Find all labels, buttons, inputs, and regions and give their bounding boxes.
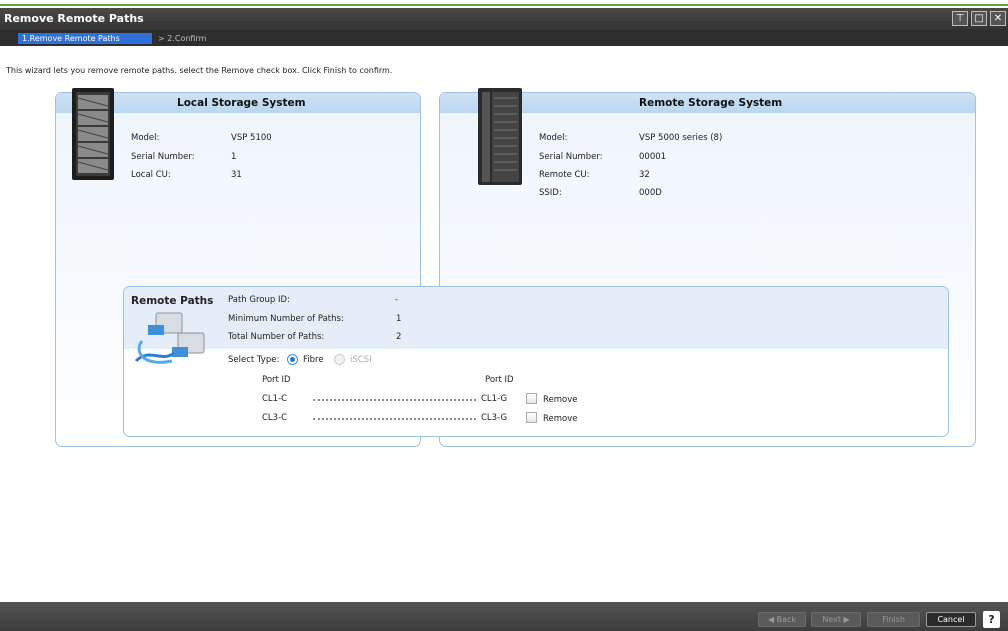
step-remove-remote-paths: 1.Remove Remote Paths	[18, 33, 152, 44]
server-rack-icon	[72, 88, 114, 180]
select-type-label: Select Type:	[228, 355, 280, 365]
window-controls: ⊤ □ ✕	[952, 11, 1006, 26]
next-button[interactable]: Next ▶	[811, 612, 861, 627]
remove-label: Remove	[543, 395, 578, 405]
remote-cu-value: 32	[639, 170, 650, 180]
path-group-id-value: -	[395, 295, 399, 305]
local-cu-label: Local CU:	[131, 170, 171, 180]
remove-checkbox[interactable]	[526, 393, 537, 404]
path-connector-line	[313, 399, 476, 401]
local-model-value: VSP 5100	[231, 133, 272, 143]
remote-cu-label: Remote CU:	[539, 170, 590, 180]
remote-serial-label: Serial Number:	[539, 152, 603, 162]
local-port-cell: CL3-C	[262, 413, 288, 423]
window-title: Remove Remote Paths	[4, 12, 144, 25]
remote-port-cell: CL3-G	[481, 413, 508, 423]
remote-ssid-label: SSID:	[539, 188, 562, 198]
path-group-id-label: Path Group ID:	[228, 295, 290, 305]
window-titlebar: Remove Remote Paths ⊤ □ ✕	[0, 8, 1008, 30]
finish-button[interactable]: Finish	[867, 612, 920, 627]
local-cu-value: 31	[231, 170, 242, 180]
connected-paths-icon	[134, 312, 205, 364]
local-port-header: Port ID	[262, 375, 291, 385]
remote-port-cell: CL1-G	[481, 394, 508, 404]
remote-model-value: VSP 5000 series (8)	[639, 133, 723, 143]
local-port-cell: CL1-C	[262, 394, 288, 404]
top-accent-line	[0, 0, 1008, 6]
wizard-footer: ◀ Back Next ▶ Finish Cancel ?	[0, 602, 1008, 631]
total-paths-label: Total Number of Paths:	[228, 332, 325, 342]
storage-cabinet-icon	[478, 88, 522, 185]
remove-label: Remove	[543, 414, 578, 424]
cancel-button[interactable]: Cancel	[926, 612, 976, 627]
remote-port-header: Port ID	[485, 375, 514, 385]
back-button[interactable]: ◀ Back	[758, 612, 806, 627]
local-panel-title: Local Storage System	[177, 97, 306, 109]
path-connector-line	[313, 418, 476, 420]
remote-panel-title: Remote Storage System	[639, 97, 783, 109]
remote-paths-panel: Remote Paths Path Group ID: - Minimum Nu…	[123, 286, 949, 437]
step-confirm: > 2.Confirm	[158, 34, 207, 43]
remote-ssid-value: 000D	[639, 188, 662, 198]
remote-serial-value: 00001	[639, 152, 667, 162]
local-serial-label: Serial Number:	[131, 152, 195, 162]
local-model-label: Model:	[131, 133, 160, 143]
instruction-text: This wizard lets you remove remote paths…	[6, 66, 393, 75]
total-paths-value: 2	[396, 332, 402, 342]
iscsi-radio[interactable]	[334, 354, 345, 365]
remote-model-label: Model:	[539, 133, 568, 143]
close-icon[interactable]: ✕	[990, 11, 1006, 26]
min-paths-value: 1	[396, 314, 402, 324]
help-button[interactable]: ?	[983, 611, 1000, 628]
iscsi-label: iSCSI	[350, 355, 372, 365]
fibre-radio[interactable]	[287, 354, 298, 365]
local-serial-value: 1	[231, 152, 237, 162]
min-paths-label: Minimum Number of Paths:	[228, 314, 344, 324]
maximize-icon[interactable]: □	[971, 11, 987, 26]
fibre-label: Fibre	[303, 355, 324, 365]
remove-checkbox[interactable]	[526, 412, 537, 423]
remote-paths-title: Remote Paths	[131, 295, 214, 307]
wizard-steps: 1.Remove Remote Paths > 2.Confirm	[0, 30, 1008, 46]
pin-icon[interactable]: ⊤	[952, 11, 968, 26]
